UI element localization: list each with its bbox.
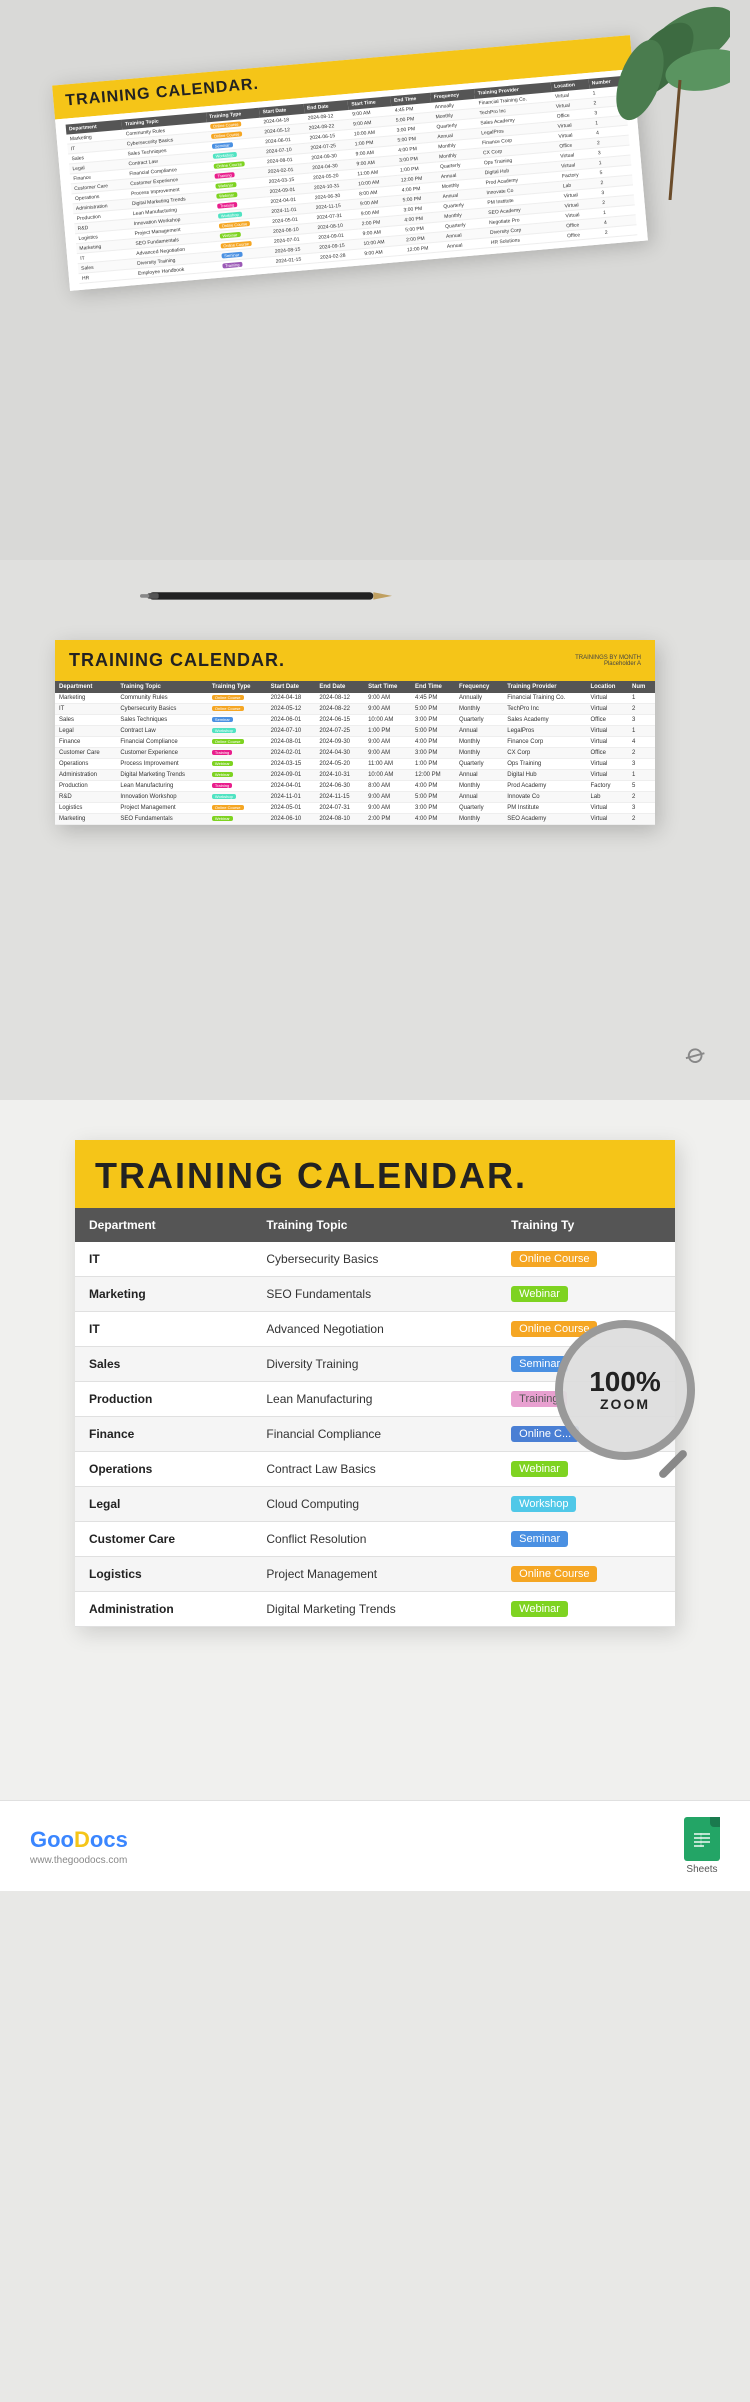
zoom-card-header: TRAINING CALENDAR. — [75, 1140, 675, 1208]
flat-col-type: Training Type — [208, 681, 267, 693]
middle-section: TRAINING CALENDAR. TRAININGS BY MONTH Pl… — [0, 560, 750, 1100]
footer-logo-accent: D — [74, 1827, 90, 1852]
placeholder-a: Placeholder A — [575, 661, 641, 667]
flat-col-num: Num — [628, 681, 655, 693]
flat-card-header: TRAINING CALENDAR. TRAININGS BY MONTH Pl… — [55, 640, 655, 681]
flat-preview-card: TRAINING CALENDAR. TRAININGS BY MONTH Pl… — [55, 640, 655, 825]
table-row: Marketing SEO Fundamentals Webinar — [75, 1277, 675, 1312]
flat-col-provider: Training Provider — [503, 681, 586, 693]
table-row: Customer Care Conflict Resolution Semina… — [75, 1522, 675, 1557]
row-topic: Cloud Computing — [252, 1487, 497, 1522]
sheets-icon — [684, 1817, 720, 1861]
sheets-svg — [692, 1827, 712, 1851]
row-dept: IT — [75, 1312, 252, 1347]
paperclip-decoration: ⌀ — [681, 1035, 712, 1072]
table-row: IT Cybersecurity Basics Online Course — [75, 1242, 675, 1277]
footer-url: www.thegoodocs.com — [30, 1855, 128, 1866]
sheets-label: Sheets — [686, 1864, 717, 1875]
trainings-by-month-label: TRAININGS BY MONTH — [575, 655, 641, 661]
zoom-col-dept: Department — [75, 1208, 252, 1242]
magnifier-circle: 100% ZOOM — [555, 1320, 695, 1460]
row-topic: Project Management — [252, 1557, 497, 1592]
footer: GooDocs www.thegoodocs.com Sheets — [0, 1800, 750, 1891]
flat-col-startt: Start Time — [364, 681, 411, 693]
footer-logo-text: GooDocs — [30, 1827, 128, 1853]
plant-decoration — [550, 0, 730, 200]
zoom-percent: 100% — [589, 1368, 661, 1396]
row-dept: Administration — [75, 1592, 252, 1627]
bottom-section: TRAINING CALENDAR. Department Training T… — [0, 1100, 750, 1800]
row-dept: Logistics — [75, 1557, 252, 1592]
row-topic: SEO Fundamentals — [252, 1277, 497, 1312]
flat-col-endt: End Time — [411, 681, 455, 693]
zoom-word: ZOOM — [600, 1396, 650, 1412]
row-dept: Sales — [75, 1347, 252, 1382]
flat-col-topic: Training Topic — [116, 681, 208, 693]
row-dept: Customer Care — [75, 1522, 252, 1557]
flat-col-start: Start Date — [267, 681, 316, 693]
row-topic: Cybersecurity Basics — [252, 1242, 497, 1277]
row-dept: Operations — [75, 1452, 252, 1487]
zoom-col-type: Training Ty — [497, 1208, 675, 1242]
footer-sheets: Sheets — [684, 1817, 720, 1875]
row-topic: Contract Law Basics — [252, 1452, 497, 1487]
row-type: Webinar — [497, 1277, 675, 1312]
pen-decoration — [140, 580, 420, 610]
row-dept: Finance — [75, 1417, 252, 1452]
flat-card-title: TRAINING CALENDAR. — [69, 650, 285, 671]
flat-col-freq: Frequency — [455, 681, 503, 693]
zoom-col-topic: Training Topic — [252, 1208, 497, 1242]
flat-col-end: End Date — [315, 681, 364, 693]
row-dept: IT — [75, 1242, 252, 1277]
footer-logo: GooDocs www.thegoodocs.com — [30, 1827, 128, 1866]
row-dept: Production — [75, 1382, 252, 1417]
row-topic: Digital Marketing Trends — [252, 1592, 497, 1627]
flat-preview-table: Department Training Topic Training Type … — [55, 681, 655, 825]
top-section: TRAINING CALENDAR. Department Training T… — [0, 0, 750, 560]
row-dept: Legal — [75, 1487, 252, 1522]
flat-col-dept: Department — [55, 681, 116, 693]
magnifier: 100% ZOOM — [555, 1320, 715, 1480]
zoom-card: TRAINING CALENDAR. Department Training T… — [75, 1140, 675, 1627]
row-topic: Lean Manufacturing — [252, 1382, 497, 1417]
flat-col-loc: Location — [586, 681, 628, 693]
zoom-card-title: TRAINING CALENDAR. — [95, 1158, 655, 1194]
row-topic: Financial Compliance — [252, 1417, 497, 1452]
table-row: Logistics Project Management Online Cour… — [75, 1557, 675, 1592]
row-type: Workshop — [497, 1487, 675, 1522]
table-row: Administration Digital Marketing Trends … — [75, 1592, 675, 1627]
row-topic: Diversity Training — [252, 1347, 497, 1382]
row-type: Webinar — [497, 1592, 675, 1627]
row-topic: Advanced Negotiation — [252, 1312, 497, 1347]
row-type: Seminar — [497, 1522, 675, 1557]
row-dept: Marketing — [75, 1277, 252, 1312]
row-type: Online Course — [497, 1242, 675, 1277]
table-row: Legal Cloud Computing Workshop — [75, 1487, 675, 1522]
flat-card-meta: TRAININGS BY MONTH Placeholder A — [575, 655, 641, 667]
row-type: Online Course — [497, 1557, 675, 1592]
row-topic: Conflict Resolution — [252, 1522, 497, 1557]
